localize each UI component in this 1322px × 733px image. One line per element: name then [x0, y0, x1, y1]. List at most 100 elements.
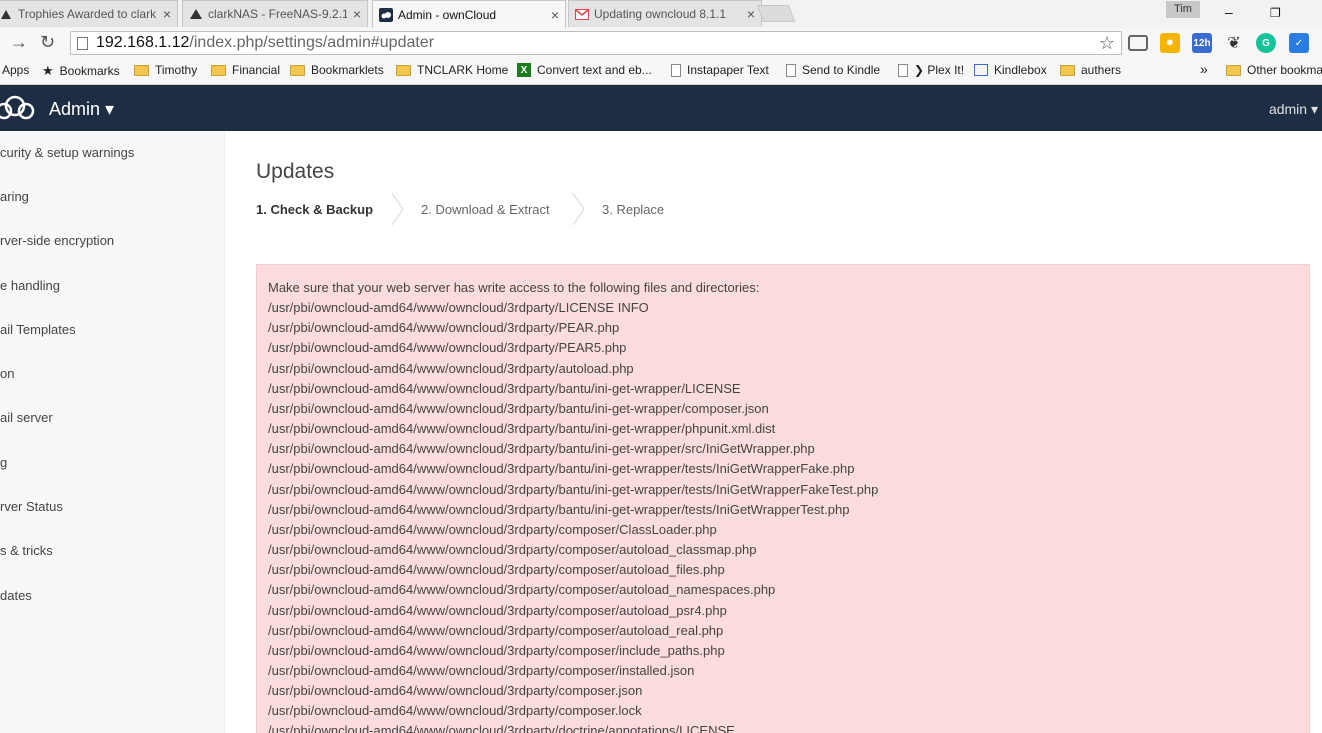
forward-arrow-icon[interactable]: →: [10, 32, 28, 53]
bookmark-folder-timothy[interactable]: Timothy: [134, 63, 197, 77]
file-path-line: /usr/pbi/owncloud-amd64/www/owncloud/3rd…: [268, 421, 776, 437]
trophy-icon: [0, 7, 13, 21]
file-path-line: /usr/pbi/owncloud-amd64/www/owncloud/3rd…: [268, 300, 649, 316]
browser-toolbar: → ↻ 192.168.1.12/index.php/settings/admi…: [0, 28, 1322, 58]
step-check-backup: 1. Check & Backup: [256, 202, 374, 217]
folder-icon: [1060, 64, 1075, 76]
star-extension-icon[interactable]: ✸: [1160, 33, 1180, 53]
write-access-warning-box: Make sure that your web server has write…: [256, 264, 1310, 733]
file-path-line: /usr/pbi/owncloud-amd64/www/owncloud/3rd…: [268, 501, 850, 517]
bookmarks-bar: Apps ★ Bookmarks Timothy Financial Bookma…: [0, 58, 1322, 85]
browser-tab[interactable]: Updating owncloud 8.1.1 ×: [568, 0, 762, 27]
close-tab-icon[interactable]: ×: [747, 6, 755, 22]
calendar-12h-icon[interactable]: 12h: [1192, 33, 1212, 53]
kindlebox-icon: [974, 64, 988, 76]
close-tab-icon[interactable]: ×: [353, 6, 361, 22]
sidebar-item-server-side-encryption[interactable]: rver-side encryption: [0, 219, 224, 263]
file-path-line: /usr/pbi/owncloud-amd64/www/owncloud/3rd…: [268, 481, 879, 497]
x-app-icon: X: [517, 63, 531, 77]
star-icon: ★: [42, 63, 54, 78]
bookmark-convert-text[interactable]: X Convert text and eb...: [517, 63, 652, 77]
owncloud-header: Admin ▾ admin ▾: [0, 85, 1322, 131]
folder-icon: [290, 64, 305, 76]
close-tab-icon[interactable]: ×: [163, 6, 171, 22]
bookmark-bookmarks[interactable]: ★ Bookmarks: [42, 63, 120, 79]
freenas-icon: [189, 7, 203, 21]
reload-icon[interactable]: ↻: [40, 32, 55, 53]
grammarly-icon[interactable]: G: [1256, 33, 1276, 53]
browser-tab[interactable]: Trophies Awarded to clark ×: [0, 0, 178, 27]
file-path-line: /usr/pbi/owncloud-amd64/www/owncloud/3rd…: [268, 320, 620, 336]
sidebar-item-sharing[interactable]: aring: [0, 175, 224, 219]
page-title: Updates: [256, 160, 335, 183]
file-path-line: /usr/pbi/owncloud-amd64/www/owncloud/3rd…: [268, 400, 769, 416]
cast-icon[interactable]: [1128, 35, 1148, 51]
file-path-line: /usr/pbi/owncloud-amd64/www/owncloud/3rd…: [268, 340, 627, 356]
step-download-extract: 2. Download & Extract: [421, 202, 550, 217]
warning-message: Make sure that your web server has write…: [268, 280, 760, 295]
user-menu-button[interactable]: admin ▾: [1269, 101, 1318, 118]
sidebar-item-log[interactable]: g: [0, 441, 224, 485]
file-path-line: /usr/pbi/owncloud-amd64/www/owncloud/3rd…: [268, 562, 725, 578]
close-tab-icon[interactable]: ×: [551, 7, 559, 23]
file-path-line: /usr/pbi/owncloud-amd64/www/owncloud/3rd…: [268, 461, 855, 477]
sidebar-item-mail-templates[interactable]: ail Templates: [0, 308, 224, 352]
folder-icon: [134, 64, 149, 76]
file-path-line: /usr/pbi/owncloud-amd64/www/owncloud/3rd…: [268, 723, 735, 733]
file-path-line: /usr/pbi/owncloud-amd64/www/owncloud/3rd…: [268, 521, 717, 537]
sidebar-item-email-server[interactable]: ail server: [0, 396, 224, 440]
browser-tab-strip: Trophies Awarded to clark × clarkNAS - F…: [0, 0, 1322, 28]
file-path-line: /usr/pbi/owncloud-amd64/www/owncloud/3rd…: [268, 642, 725, 658]
bookmark-plex-it[interactable]: ❯ Plex It!: [898, 63, 964, 77]
file-path-line: /usr/pbi/owncloud-amd64/www/owncloud/3rd…: [268, 662, 695, 678]
file-path-line: /usr/pbi/owncloud-amd64/www/owncloud/3rd…: [268, 683, 643, 699]
file-path-line: /usr/pbi/owncloud-amd64/www/owncloud/3rd…: [268, 380, 741, 396]
file-path-line: /usr/pbi/owncloud-amd64/www/owncloud/3rd…: [268, 360, 634, 376]
browser-tab-active[interactable]: Admin - ownCloud ×: [372, 0, 566, 28]
bookmark-folder-bookmarklets[interactable]: Bookmarklets: [290, 63, 384, 77]
file-path-line: /usr/pbi/owncloud-amd64/www/owncloud/3rd…: [268, 703, 642, 719]
admin-main-content: Updates 1. Check & Backup 2. Download & …: [226, 131, 1322, 733]
folder-icon: [1226, 64, 1241, 76]
browser-tab[interactable]: clarkNAS - FreeNAS-9.2.1 ×: [182, 0, 368, 27]
minimize-window-icon[interactable]: –: [1225, 4, 1233, 20]
sidebar-item-updates[interactable]: dates: [0, 574, 224, 618]
bookmarks-overflow-chevron[interactable]: »: [1200, 61, 1208, 77]
bookmark-folder-authers[interactable]: authers: [1060, 63, 1121, 77]
app-menu-button[interactable]: Admin ▾: [49, 99, 114, 120]
file-path-line: /usr/pbi/owncloud-amd64/www/owncloud/3rd…: [268, 602, 727, 618]
bookmark-folder-financial[interactable]: Financial: [211, 63, 280, 77]
bookmark-folder-other[interactable]: Other bookmarks: [1226, 63, 1322, 77]
bookmark-instapaper-text[interactable]: Instapaper Text: [671, 63, 769, 77]
new-tab-button[interactable]: [756, 5, 796, 22]
page-info-icon[interactable]: [77, 36, 88, 50]
file-path-line: /usr/pbi/owncloud-amd64/www/owncloud/3rd…: [268, 441, 815, 457]
sidebar-item-cron[interactable]: on: [0, 352, 224, 396]
gmail-icon: [575, 7, 589, 21]
restore-window-icon[interactable]: ❐: [1270, 6, 1281, 20]
file-path-line: /usr/pbi/owncloud-amd64/www/owncloud/3rd…: [268, 542, 757, 558]
todo-check-icon[interactable]: ✓: [1289, 33, 1309, 53]
step-separator-chevron-icon: [391, 193, 404, 225]
sidebar-item-security-setup-warnings[interactable]: curity & setup warnings: [0, 131, 224, 175]
folder-icon: [211, 64, 226, 76]
sidebar-item-server-status[interactable]: rver Status: [0, 485, 224, 529]
evernote-icon[interactable]: ❦: [1224, 33, 1244, 53]
address-bar[interactable]: 192.168.1.12/index.php/settings/admin#up…: [70, 31, 1122, 55]
sidebar-item-tips-tricks[interactable]: s & tricks: [0, 529, 224, 573]
owncloud-logo-icon[interactable]: [0, 95, 36, 121]
file-path-line: /usr/pbi/owncloud-amd64/www/owncloud/3rd…: [268, 622, 724, 638]
bookmark-folder-tnclark-home[interactable]: TNCLARK Home: [396, 63, 508, 77]
profile-badge[interactable]: Tim: [1166, 1, 1200, 18]
bookmark-apps[interactable]: Apps: [2, 63, 29, 77]
url-text: 192.168.1.12/index.php/settings/admin#up…: [96, 34, 435, 51]
bookmark-star-icon[interactable]: ☆: [1099, 33, 1115, 54]
bookmark-kindlebox[interactable]: Kindlebox: [974, 63, 1047, 77]
page-icon: [786, 63, 796, 77]
page-icon: [671, 63, 681, 77]
step-separator-chevron-icon: [572, 193, 585, 225]
sidebar-item-file-handling[interactable]: e handling: [0, 264, 224, 308]
bookmark-send-to-kindle[interactable]: Send to Kindle: [786, 63, 880, 77]
folder-icon: [396, 64, 411, 76]
step-replace: 3. Replace: [602, 202, 665, 217]
